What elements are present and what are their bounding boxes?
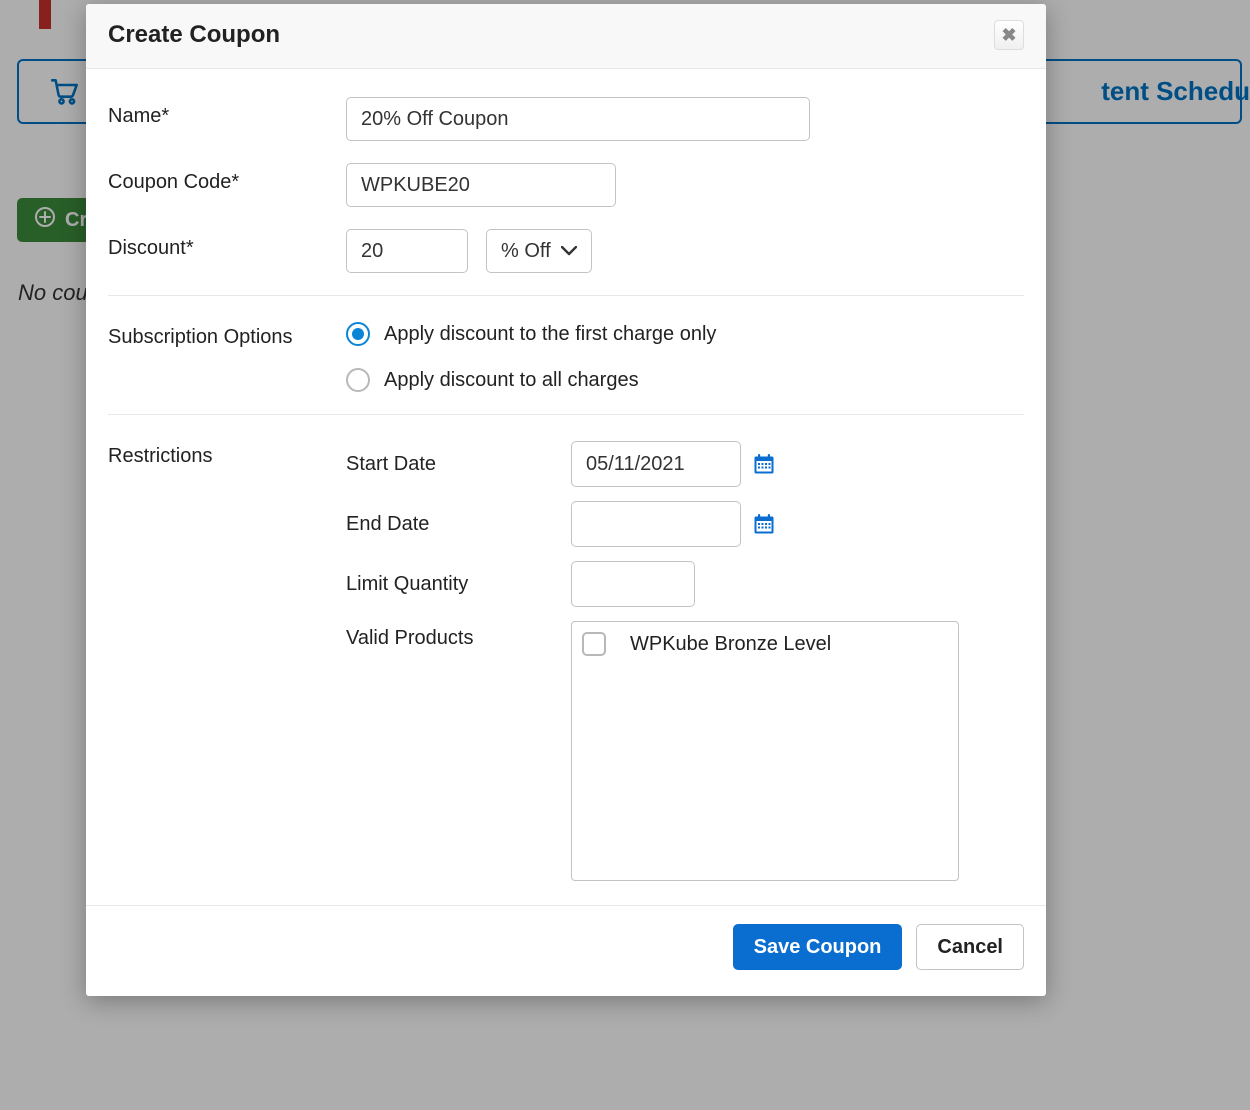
- modal-header: Create Coupon ✖: [86, 4, 1046, 69]
- subscription-radio-group: Apply discount to the first charge only …: [346, 318, 716, 392]
- end-date-label: End Date: [346, 513, 571, 536]
- discount-label: Discount*: [108, 229, 346, 260]
- radio-icon: [346, 368, 370, 392]
- radio-all-charges[interactable]: Apply discount to all charges: [346, 368, 716, 392]
- product-row[interactable]: WPKube Bronze Level: [582, 632, 948, 656]
- discount-type-label: % Off: [501, 240, 551, 263]
- discount-type-select[interactable]: % Off: [486, 229, 592, 273]
- row-discount: Discount* % Off: [108, 229, 1024, 273]
- radio-all-label: Apply discount to all charges: [384, 369, 639, 392]
- row-start-date: Start Date: [346, 441, 959, 487]
- calendar-icon[interactable]: [753, 513, 775, 535]
- cancel-button[interactable]: Cancel: [916, 924, 1024, 970]
- create-coupon-modal: Create Coupon ✖ Name* Coupon Code* Disco…: [86, 4, 1046, 996]
- close-icon[interactable]: ✖: [994, 20, 1024, 50]
- radio-first-charge[interactable]: Apply discount to the first charge only: [346, 322, 716, 346]
- modal-footer: Save Coupon Cancel: [86, 905, 1046, 996]
- divider: [108, 295, 1024, 296]
- valid-products-box: WPKube Bronze Level: [571, 621, 959, 881]
- checkbox-icon[interactable]: [582, 632, 606, 656]
- discount-input[interactable]: [346, 229, 468, 273]
- start-date-input[interactable]: [571, 441, 741, 487]
- row-valid-products: Valid Products WPKube Bronze Level: [346, 621, 959, 881]
- modal-title: Create Coupon: [108, 21, 280, 49]
- start-date-label: Start Date: [346, 453, 571, 476]
- limit-qty-label: Limit Quantity: [346, 573, 571, 596]
- divider: [108, 414, 1024, 415]
- row-code: Coupon Code*: [108, 163, 1024, 207]
- valid-products-label: Valid Products: [346, 621, 571, 650]
- coupon-code-input[interactable]: [346, 163, 616, 207]
- save-button[interactable]: Save Coupon: [733, 924, 903, 970]
- restrictions-body: Start Date End Date Limit Quantity: [346, 437, 959, 895]
- row-end-date: End Date: [346, 501, 959, 547]
- radio-icon: [346, 322, 370, 346]
- restrictions-label: Restrictions: [108, 437, 346, 468]
- row-restrictions: Restrictions Start Date End Date: [108, 437, 1024, 895]
- radio-first-label: Apply discount to the first charge only: [384, 323, 716, 346]
- end-date-input[interactable]: [571, 501, 741, 547]
- calendar-icon[interactable]: [753, 453, 775, 475]
- row-limit-qty: Limit Quantity: [346, 561, 959, 607]
- name-label: Name*: [108, 97, 346, 128]
- row-subscription: Subscription Options Apply discount to t…: [108, 318, 1024, 392]
- product-label: WPKube Bronze Level: [630, 633, 831, 656]
- name-input[interactable]: [346, 97, 810, 141]
- modal-body: Name* Coupon Code* Discount* % Off Subsc…: [86, 69, 1046, 905]
- subscription-label: Subscription Options: [108, 318, 346, 349]
- limit-qty-input[interactable]: [571, 561, 695, 607]
- chevron-down-icon: [561, 246, 577, 256]
- row-name: Name*: [108, 97, 1024, 141]
- code-label: Coupon Code*: [108, 163, 346, 194]
